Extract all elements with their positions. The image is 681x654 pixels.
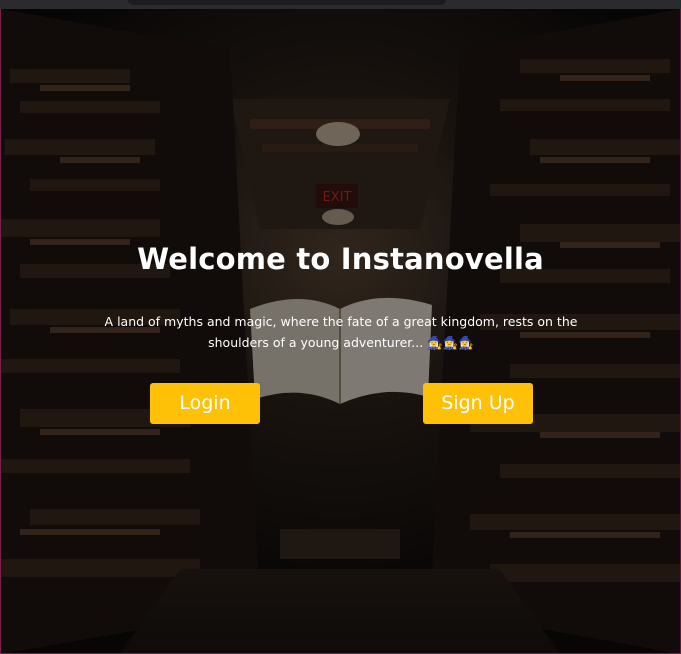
login-button[interactable]: Login [150,383,260,424]
app-window: EXIT Welcome to Instanovella A land of m… [0,0,681,654]
signup-button[interactable]: Sign Up [423,383,533,424]
frame-border-left [0,9,1,654]
browser-top-bar [0,0,681,9]
page-title: Welcome to Instanovella [137,242,544,276]
hero-section: Welcome to Instanovella A land of myths … [0,9,681,654]
address-bar[interactable] [128,0,446,5]
hero-subtitle: A land of myths and magic, where the fat… [104,314,578,350]
